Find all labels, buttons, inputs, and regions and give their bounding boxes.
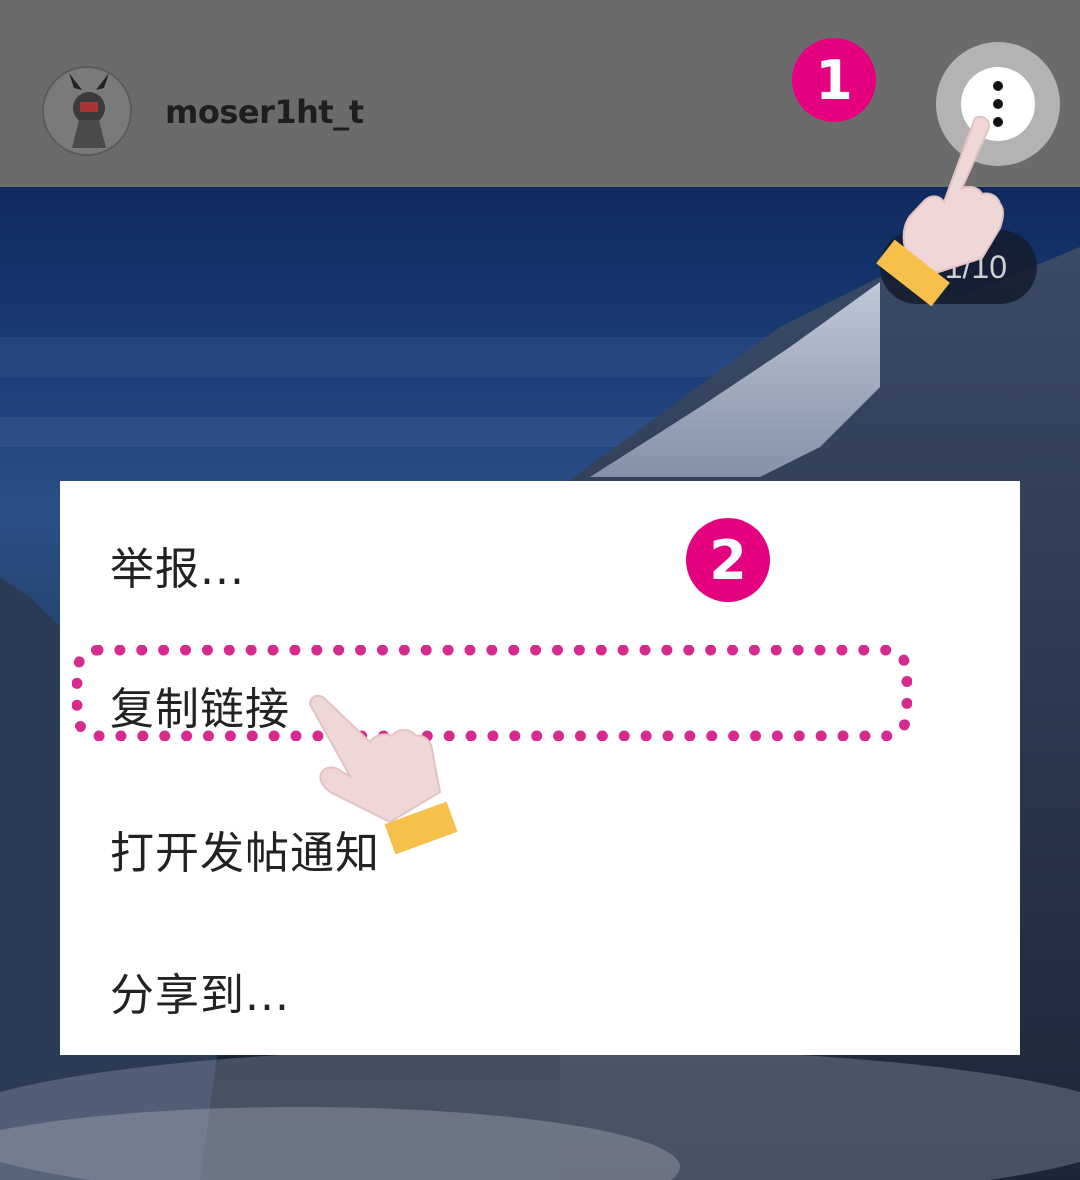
step-2-badge: 2 <box>686 518 770 602</box>
pointing-hand-icon <box>876 115 1004 307</box>
menu-item-report[interactable]: 举报... <box>110 533 245 597</box>
menu-item-share-to[interactable]: 分享到... <box>110 959 290 1023</box>
username[interactable]: moser1ht_t <box>165 93 364 131</box>
step-1-badge: 1 <box>792 38 876 122</box>
post-options-menu: 举报... 复制链接 打开发帖通知 分享到... <box>60 481 1020 1055</box>
copy-link-highlight <box>72 645 912 741</box>
pointing-hand-icon <box>309 694 458 855</box>
avatar-image <box>44 68 130 154</box>
avatar[interactable] <box>42 66 132 156</box>
more-vertical-icon <box>993 81 1003 91</box>
